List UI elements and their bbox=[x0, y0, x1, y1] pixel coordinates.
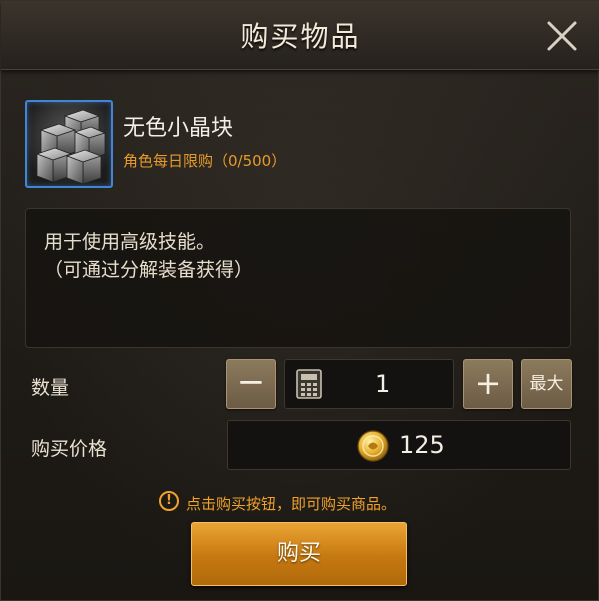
price-value: 125 bbox=[399, 431, 445, 459]
quantity-label: 数量 bbox=[31, 377, 70, 399]
max-quantity-button[interactable]: 最大 bbox=[521, 359, 572, 409]
notice-icon: ! bbox=[159, 491, 179, 511]
buy-button[interactable]: 购买 bbox=[191, 522, 407, 586]
crystal-cube-icon bbox=[35, 109, 107, 185]
purchase-notice: 点击购买按钮，即可购买商品。 bbox=[186, 495, 397, 513]
item-name: 无色小晶块 bbox=[123, 116, 234, 141]
item-icon-frame[interactable] bbox=[25, 100, 113, 188]
price-label: 购买价格 bbox=[31, 438, 108, 460]
item-purchase-limit: 角色每日限购（0/500） bbox=[123, 152, 287, 170]
decrease-quantity-button[interactable]: − bbox=[226, 359, 276, 409]
dialog-header: 购买物品 bbox=[1, 1, 599, 70]
gold-coin-icon bbox=[357, 430, 389, 462]
quantity-field[interactable]: 1 bbox=[284, 359, 454, 409]
close-icon bbox=[547, 21, 577, 51]
close-button[interactable] bbox=[541, 15, 583, 57]
purchase-dialog: 购买物品 无色小晶块 角色每日限购（0/500） 用于使用高级技能。 （可通过分… bbox=[0, 0, 599, 601]
price-field: 125 bbox=[227, 420, 571, 470]
calculator-icon bbox=[296, 369, 322, 399]
item-description-box: 用于使用高级技能。 （可通过分解装备获得） bbox=[25, 208, 571, 348]
description-line-1: 用于使用高级技能。 bbox=[44, 231, 216, 253]
description-line-2: （可通过分解装备获得） bbox=[44, 259, 254, 281]
dialog-title: 购买物品 bbox=[240, 20, 361, 53]
quantity-value: 1 bbox=[375, 370, 391, 398]
increase-quantity-button[interactable]: + bbox=[463, 359, 513, 409]
